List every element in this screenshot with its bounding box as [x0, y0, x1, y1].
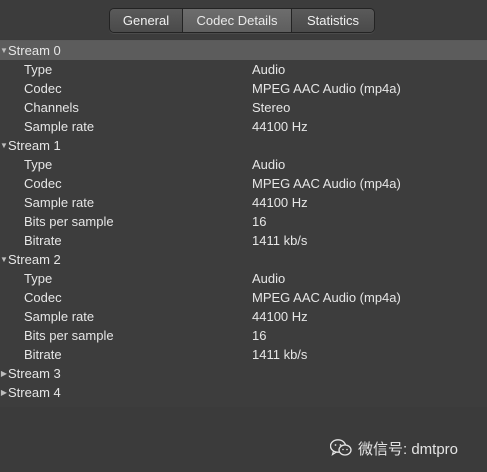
property-key: Codec: [24, 290, 62, 305]
property-value: 1411 kb/s: [252, 347, 308, 362]
property-key: Channels: [24, 100, 79, 115]
disclosure-triangle-down-icon[interactable]: ▼: [0, 136, 8, 155]
tab-general[interactable]: General: [110, 9, 183, 32]
tab-codec-details[interactable]: Codec Details: [183, 9, 292, 32]
stream-header[interactable]: ▼ Stream 2: [0, 250, 487, 269]
stream-header[interactable]: ▼ Stream 1: [0, 136, 487, 155]
property-row[interactable]: Channels Stereo: [0, 98, 487, 117]
property-value: Audio: [252, 157, 286, 172]
property-row[interactable]: Type Audio: [0, 269, 487, 288]
property-row[interactable]: Type Audio: [0, 155, 487, 174]
property-value: 1411 kb/s: [252, 233, 308, 248]
property-key: Type: [24, 157, 53, 172]
property-row[interactable]: Sample rate 44100 Hz: [0, 307, 487, 326]
stream-title: Stream 1: [8, 138, 61, 153]
property-key: Bits per sample: [24, 328, 114, 343]
tab-bar: General Codec Details Statistics: [0, 0, 487, 39]
property-key: Codec: [24, 81, 62, 96]
stream-title: Stream 0: [8, 43, 61, 58]
disclosure-triangle-right-icon[interactable]: ▶: [0, 383, 8, 402]
property-value: 44100 Hz: [252, 195, 308, 210]
property-row[interactable]: Bitrate 1411 kb/s: [0, 231, 487, 250]
property-value: MPEG AAC Audio (mp4a): [252, 290, 401, 305]
tab-statistics[interactable]: Statistics: [292, 9, 374, 32]
property-key: Sample rate: [24, 119, 95, 134]
property-key: Bitrate: [24, 233, 62, 248]
stream-header[interactable]: ▼ Stream 0: [0, 41, 487, 60]
property-key: Sample rate: [24, 309, 95, 324]
wechat-icon: [329, 439, 352, 457]
disclosure-triangle-right-icon[interactable]: ▶: [0, 364, 8, 383]
property-row[interactable]: Bitrate 1411 kb/s: [0, 345, 487, 364]
stream-title: Stream 3: [8, 366, 61, 381]
property-row[interactable]: Bits per sample 16: [0, 212, 487, 231]
stream-header[interactable]: ▶ Stream 4: [0, 383, 487, 402]
stream-outline-list[interactable]: ▼ Stream 0 Type Audio Codec MPEG AAC Audio (m…: [0, 40, 487, 407]
property-value: Audio: [252, 62, 286, 77]
property-key: Type: [24, 271, 53, 286]
property-value: 16: [252, 214, 267, 229]
stream-title: Stream 4: [8, 385, 61, 400]
segmented-control: General Codec Details Statistics: [109, 8, 375, 33]
property-value: Stereo: [252, 100, 291, 115]
property-key: Codec: [24, 176, 62, 191]
property-value: MPEG AAC Audio (mp4a): [252, 176, 401, 191]
property-row[interactable]: Sample rate 44100 Hz: [0, 117, 487, 136]
codec-details-window: General Codec Details Statistics ▼ Stream…: [0, 0, 487, 472]
disclosure-triangle-down-icon[interactable]: ▼: [0, 250, 8, 269]
property-key: Sample rate: [24, 195, 95, 210]
stream-title: Stream 2: [8, 252, 61, 267]
property-value: 44100 Hz: [252, 309, 308, 324]
property-value: 16: [252, 328, 267, 343]
property-row[interactable]: Bits per sample 16: [0, 326, 487, 345]
property-row[interactable]: Type Audio: [0, 60, 487, 79]
watermark: 微信号: dmtpro: [329, 436, 459, 460]
property-key: Bitrate: [24, 347, 62, 362]
property-value: Audio: [252, 271, 286, 286]
property-row[interactable]: Codec MPEG AAC Audio (mp4a): [0, 288, 487, 307]
disclosure-triangle-down-icon[interactable]: ▼: [0, 41, 8, 60]
watermark-text: 微信号: dmtpro: [358, 440, 459, 458]
property-key: Bits per sample: [24, 214, 114, 229]
property-row[interactable]: Codec MPEG AAC Audio (mp4a): [0, 79, 487, 98]
property-key: Type: [24, 62, 53, 77]
property-row[interactable]: Sample rate 44100 Hz: [0, 193, 487, 212]
property-row[interactable]: Codec MPEG AAC Audio (mp4a): [0, 174, 487, 193]
property-value: MPEG AAC Audio (mp4a): [252, 81, 401, 96]
stream-header[interactable]: ▶ Stream 3: [0, 364, 487, 383]
property-value: 44100 Hz: [252, 119, 308, 134]
